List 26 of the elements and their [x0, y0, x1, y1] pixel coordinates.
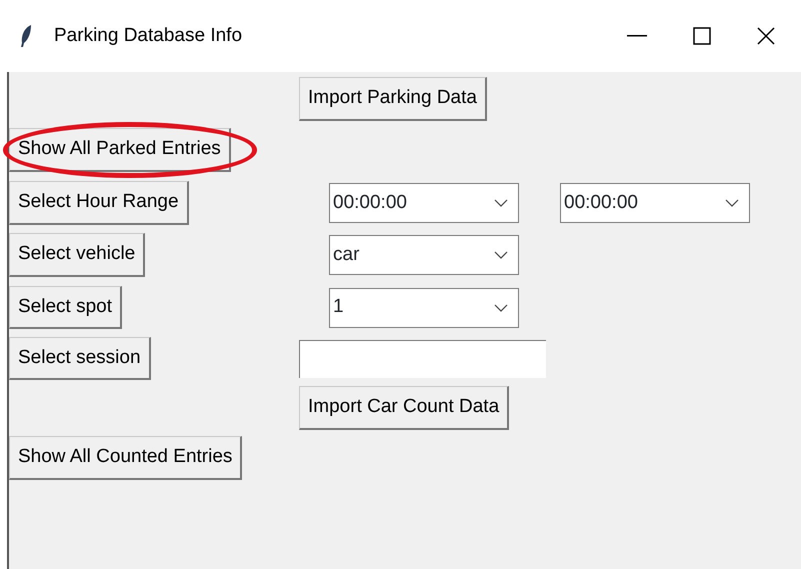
chevron-down-icon [494, 304, 508, 312]
dropdown-value: 1 [333, 295, 344, 320]
dropdown[interactable]: 1 [329, 288, 519, 328]
dropdown[interactable]: 00:00:00 [560, 183, 750, 223]
button[interactable]: Show All Counted Entries [9, 436, 242, 480]
input-field[interactable] [299, 340, 546, 378]
button[interactable]: Select session [9, 336, 151, 380]
button[interactable]: Import Car Count Data [299, 386, 510, 430]
dropdown[interactable]: car [329, 235, 519, 275]
chevron-down-icon [725, 199, 739, 207]
minimize-icon[interactable] [627, 34, 647, 38]
button[interactable]: Import Parking Data [299, 77, 487, 121]
button[interactable]: Select spot [9, 286, 122, 330]
chevron-down-icon [494, 199, 508, 207]
chevron-down-icon [494, 251, 508, 259]
feather-icon [20, 24, 32, 48]
button[interactable]: Show All Parked Entries [9, 128, 231, 172]
window-title: Parking Database Info [54, 24, 242, 48]
dropdown-value: 00:00:00 [333, 190, 407, 215]
dropdown-value: car [333, 242, 360, 267]
dropdown-value: 00:00:00 [564, 190, 638, 215]
dropdown[interactable]: 00:00:00 [329, 183, 519, 223]
maximize-icon[interactable] [693, 27, 711, 45]
close-icon[interactable] [757, 27, 775, 45]
button[interactable]: Select vehicle [9, 233, 146, 277]
button[interactable]: Select Hour Range [9, 181, 189, 225]
